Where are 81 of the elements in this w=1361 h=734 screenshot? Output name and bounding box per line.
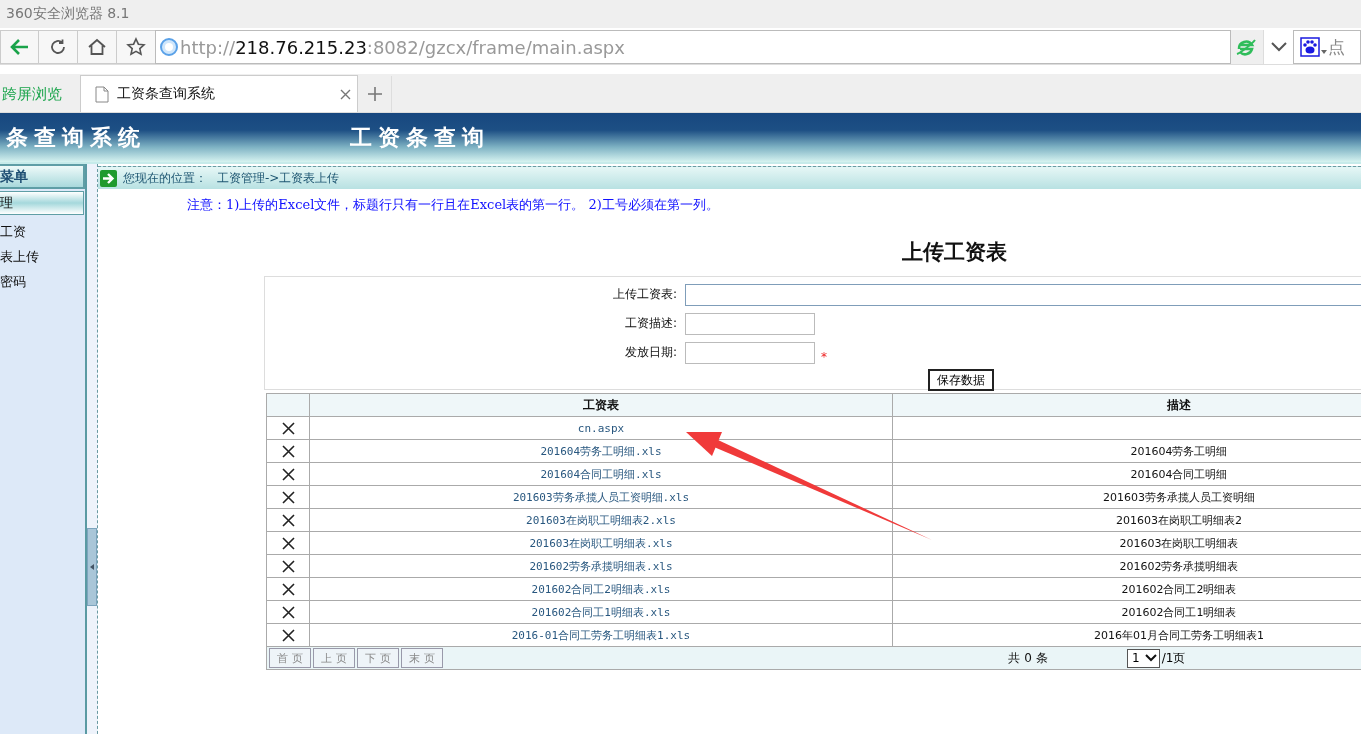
file-link[interactable]: 201602劳务承揽明细表.xls bbox=[529, 559, 673, 573]
back-button[interactable] bbox=[0, 30, 38, 64]
column-header: 工资表 bbox=[309, 393, 893, 417]
form-title: 上传工资表 bbox=[902, 238, 1008, 266]
record-count: 共 0 条 bbox=[1007, 649, 1049, 667]
description-text: 201603劳务承揽人员工资明细 bbox=[1103, 490, 1255, 504]
url-path: :8082/gzcx/frame/main.aspx bbox=[366, 36, 625, 58]
collapse-handle[interactable] bbox=[87, 528, 97, 606]
delete-icon[interactable] bbox=[281, 513, 295, 527]
save-button[interactable]: 保存数据 bbox=[928, 369, 994, 391]
globe-icon bbox=[160, 38, 178, 56]
delete-icon[interactable] bbox=[281, 628, 295, 642]
refresh-icon bbox=[49, 38, 67, 56]
bookmark-button[interactable] bbox=[116, 30, 155, 64]
search-field[interactable]: 点 bbox=[1293, 30, 1361, 64]
plus-icon bbox=[367, 87, 382, 101]
address-field[interactable]: http://218.76.215.23:8082/gzcx/frame/main.aspx bbox=[155, 30, 1231, 64]
file-link[interactable]: 201604合同工明细.xls bbox=[540, 467, 662, 481]
menu-heading: 菜单 bbox=[0, 164, 85, 189]
home-icon bbox=[87, 37, 107, 57]
required-mark: * bbox=[821, 349, 827, 364]
file-link[interactable]: 201603在岗职工明细表.xls bbox=[529, 536, 673, 550]
description-text: 2016年01月合同工劳务工明细表1 bbox=[1094, 628, 1264, 642]
page-count: /1页 bbox=[1161, 649, 1186, 667]
close-icon[interactable] bbox=[340, 88, 351, 100]
field-label: 工资描述: bbox=[623, 315, 678, 332]
breadcrumb-path: 工资管理->工资表上传 bbox=[217, 169, 340, 187]
delete-icon[interactable] bbox=[281, 559, 295, 573]
delete-icon[interactable] bbox=[281, 467, 295, 481]
delete-icon[interactable] bbox=[281, 536, 295, 550]
input-field[interactable] bbox=[685, 341, 815, 364]
description-text: 201602合同工1明细表 bbox=[1121, 605, 1237, 619]
browser-tab[interactable]: 工资条查询系统 bbox=[80, 75, 358, 112]
chevron-down-icon bbox=[1270, 42, 1287, 52]
delete-icon[interactable] bbox=[281, 421, 295, 435]
description-text: 201602合同工2明细表 bbox=[1121, 582, 1237, 596]
chevron-down-icon bbox=[1144, 654, 1157, 662]
description-text: 201602劳务承揽明细表 bbox=[1119, 559, 1239, 573]
star-icon bbox=[126, 37, 146, 57]
search-placeholder: 点 bbox=[1328, 35, 1345, 59]
menu-item[interactable]: 密码 bbox=[0, 269, 85, 294]
delete-icon[interactable] bbox=[281, 582, 295, 596]
field-label: 上传工资表: bbox=[611, 286, 678, 303]
menu-item[interactable]: 工资 bbox=[0, 219, 85, 244]
caret-icon bbox=[1321, 50, 1327, 54]
menu-item[interactable]: 表上传 bbox=[0, 244, 85, 269]
file-link[interactable]: 201604劳务工明细.xls bbox=[540, 444, 662, 458]
description-text: 201604合同工明细 bbox=[1130, 467, 1228, 481]
page-icon bbox=[95, 85, 109, 103]
home-button[interactable] bbox=[77, 30, 116, 64]
file-link[interactable]: 201603在岗职工明细表2.xls bbox=[526, 513, 676, 527]
breadcrumb-label: 您现在的位置： bbox=[123, 169, 207, 187]
notice-text: 注意：1)上传的Excel文件，标题行只有一行且在Excel表的第一行。 2)工号必须在第一列。 bbox=[186, 196, 720, 214]
description-text: 201604劳务工明细 bbox=[1130, 444, 1228, 458]
delete-icon[interactable] bbox=[281, 490, 295, 504]
file-link[interactable]: 2016-01合同工劳务工明细表1.xls bbox=[511, 628, 691, 642]
file-link[interactable]: 201602合同工1明细表.xls bbox=[531, 605, 671, 619]
refresh-button[interactable] bbox=[38, 30, 77, 64]
file-path-field[interactable] bbox=[685, 283, 1361, 306]
page-title: 工资条查询 bbox=[350, 122, 490, 152]
page-select[interactable]: 1 bbox=[1127, 648, 1160, 668]
arrow-icon bbox=[100, 169, 117, 187]
tab-label: 工资条查询系统 bbox=[117, 85, 216, 103]
input-field[interactable] bbox=[685, 312, 815, 335]
description-text: 201603在岗职工明细表2 bbox=[1116, 513, 1242, 527]
field-label: 发放日期: bbox=[623, 344, 678, 361]
file-link[interactable]: 201602合同工2明细表.xls bbox=[531, 582, 671, 596]
menu-item[interactable]: 理 bbox=[0, 191, 84, 215]
delete-icon[interactable] bbox=[281, 605, 295, 619]
url-host: 218.76.215.23 bbox=[235, 36, 367, 58]
description-text: 201603在岗职工明细表 bbox=[1119, 536, 1239, 550]
window-title: 360安全浏览器 8.1 bbox=[6, 5, 130, 23]
paw-icon bbox=[1300, 37, 1320, 57]
file-link[interactable]: cn.aspx bbox=[577, 421, 625, 435]
system-title: 条查询系统 bbox=[6, 122, 146, 152]
file-link[interactable]: 201603劳务承揽人员工资明细.xls bbox=[512, 490, 690, 504]
delete-icon[interactable] bbox=[281, 444, 295, 458]
dropdown-button[interactable] bbox=[1263, 30, 1293, 64]
splitter[interactable] bbox=[87, 164, 98, 734]
column-header: 描述 bbox=[892, 393, 1361, 417]
url-scheme: http:// bbox=[180, 36, 236, 58]
